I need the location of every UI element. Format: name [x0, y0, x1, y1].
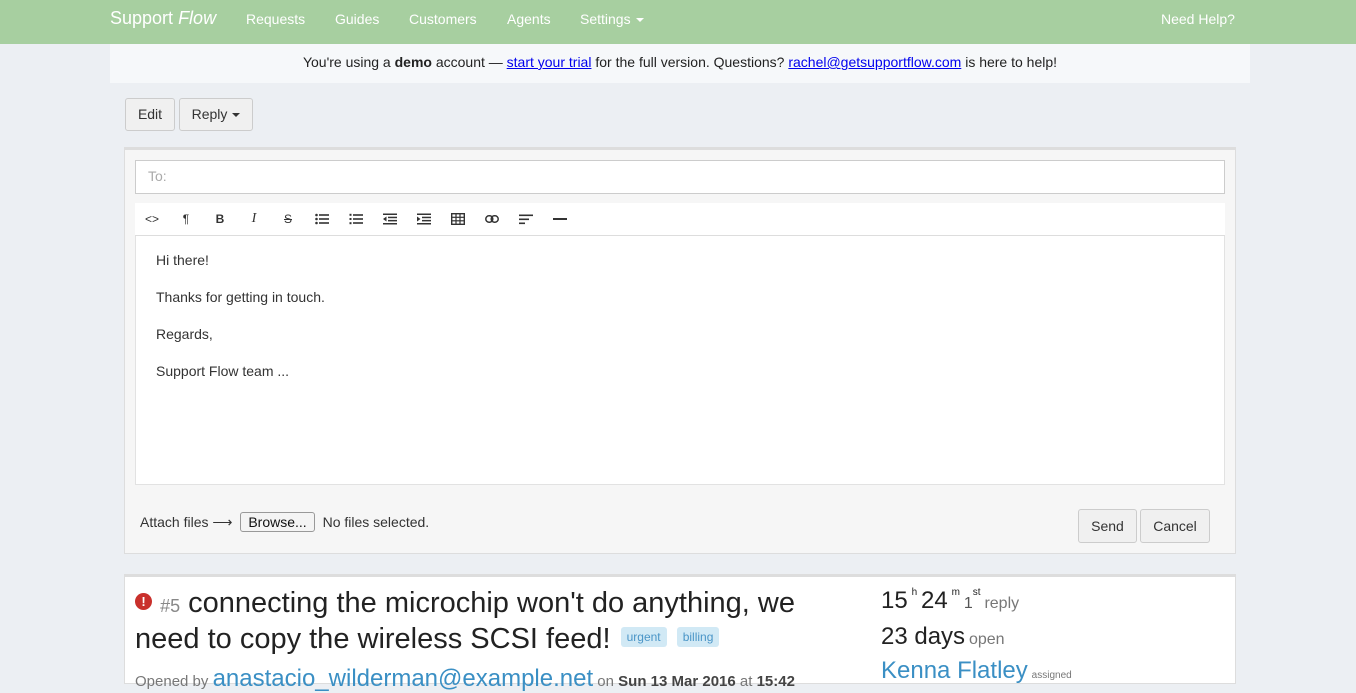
- reply-composer: To: <> ¶ B I S Hi there! Thanks for gett…: [124, 147, 1236, 554]
- banner-text-4: is here to help!: [961, 54, 1058, 70]
- banner-text-1: You're using a: [302, 54, 395, 70]
- editor-toolbar: <> ¶ B I S: [135, 203, 1225, 236]
- bold-icon[interactable]: B: [203, 203, 237, 235]
- ordered-list-icon[interactable]: [339, 203, 373, 235]
- table-icon[interactable]: [441, 203, 475, 235]
- horizontal-rule-icon[interactable]: [543, 203, 577, 235]
- opened-time: 15:42: [756, 673, 795, 690]
- banner-text-2: account —: [431, 54, 507, 70]
- brand-italic: Flow: [178, 8, 217, 28]
- strikethrough-icon[interactable]: S: [271, 203, 305, 235]
- paragraph-icon[interactable]: ¶: [169, 203, 203, 235]
- indent-icon[interactable]: [407, 203, 441, 235]
- reply-ordinal: 1: [963, 595, 973, 612]
- demo-banner: You're using a demo account — start your…: [110, 44, 1250, 83]
- brand-logo[interactable]: Support Flow: [110, 8, 216, 29]
- chevron-down-icon: [635, 18, 644, 23]
- start-trial-link[interactable]: start your trial: [507, 54, 592, 70]
- opened-by-line: Opened by anastacio_wilderman@example.ne…: [135, 665, 795, 693]
- brand-main: Support: [110, 8, 174, 28]
- nav-requests[interactable]: Requests: [246, 11, 305, 27]
- open-duration: 23 days open: [881, 623, 1005, 651]
- to-field[interactable]: To:: [135, 160, 1225, 194]
- chevron-down-icon: [232, 113, 241, 118]
- support-email-link[interactable]: rachel@getsupportflow.com: [788, 54, 961, 70]
- minutes-unit: m: [951, 587, 960, 598]
- send-button[interactable]: Send: [1078, 509, 1137, 543]
- reply-label: reply: [984, 595, 1020, 612]
- body-line: Regards,: [156, 326, 213, 342]
- outdent-icon[interactable]: [373, 203, 407, 235]
- banner-text-3: for the full version. Questions?: [591, 54, 789, 70]
- minutes-value: 24: [921, 587, 948, 614]
- ordinal-suffix: st: [972, 587, 981, 598]
- opened-by-text: Opened by: [135, 673, 213, 690]
- assigned-label: assigned: [1031, 670, 1072, 681]
- ticket-title: ! #5 connecting the microchip won't do a…: [135, 587, 835, 656]
- body-line: Thanks for getting in touch.: [156, 289, 325, 305]
- link-icon[interactable]: [475, 203, 509, 235]
- opener-email-link[interactable]: anastacio_wilderman@example.net: [213, 665, 594, 692]
- label-urgent[interactable]: urgent: [620, 627, 667, 648]
- opened-date: Sun 13 Mar 2016: [618, 673, 736, 690]
- unordered-list-icon[interactable]: [305, 203, 339, 235]
- nav-settings[interactable]: Settings: [580, 11, 644, 27]
- nav-need-help[interactable]: Need Help?: [1161, 11, 1235, 27]
- browse-button[interactable]: Browse...: [240, 512, 315, 532]
- nav-customers[interactable]: Customers: [409, 11, 477, 27]
- hours-unit: h: [911, 587, 918, 598]
- cancel-button[interactable]: Cancel: [1140, 509, 1210, 543]
- body-line: Support Flow team ...: [156, 363, 290, 379]
- assignee-line: Kenna Flatley assigned: [881, 657, 1072, 685]
- days-open: 23 days: [881, 623, 966, 650]
- alert-icon: !: [135, 592, 152, 610]
- nav-agents[interactable]: Agents: [507, 11, 551, 27]
- on-text: on: [593, 673, 619, 690]
- nav-guides[interactable]: Guides: [335, 11, 379, 27]
- attach-files-label: Attach files ⟶: [140, 514, 233, 530]
- first-reply-time: 15 h 24 m 1st reply: [881, 587, 1019, 615]
- align-icon[interactable]: [509, 203, 543, 235]
- ticket-number: #5: [160, 596, 181, 616]
- assignee-link[interactable]: Kenna Flatley: [881, 657, 1028, 684]
- reply-button[interactable]: Reply: [179, 98, 253, 131]
- nav-settings-label: Settings: [580, 11, 631, 27]
- label-billing[interactable]: billing: [676, 627, 720, 648]
- code-view-icon[interactable]: <>: [135, 203, 169, 235]
- italic-icon[interactable]: I: [237, 203, 271, 235]
- banner-bold: demo: [394, 54, 432, 70]
- open-label: open: [968, 631, 1005, 648]
- no-files-text: No files selected.: [322, 514, 430, 530]
- at-text: at: [735, 673, 757, 690]
- top-navbar: Support Flow Requests Guides Customers A…: [0, 0, 1356, 44]
- body-line: Hi there!: [156, 252, 209, 268]
- message-editor[interactable]: Hi there! Thanks for getting in touch. R…: [135, 236, 1225, 485]
- ticket-summary: ! #5 connecting the microchip won't do a…: [124, 574, 1236, 692]
- attach-files-row: Attach files ⟶ Browse... No files select…: [140, 512, 429, 532]
- edit-button[interactable]: Edit: [125, 98, 175, 131]
- reply-label: Reply: [191, 106, 228, 122]
- hours-value: 15: [881, 587, 908, 614]
